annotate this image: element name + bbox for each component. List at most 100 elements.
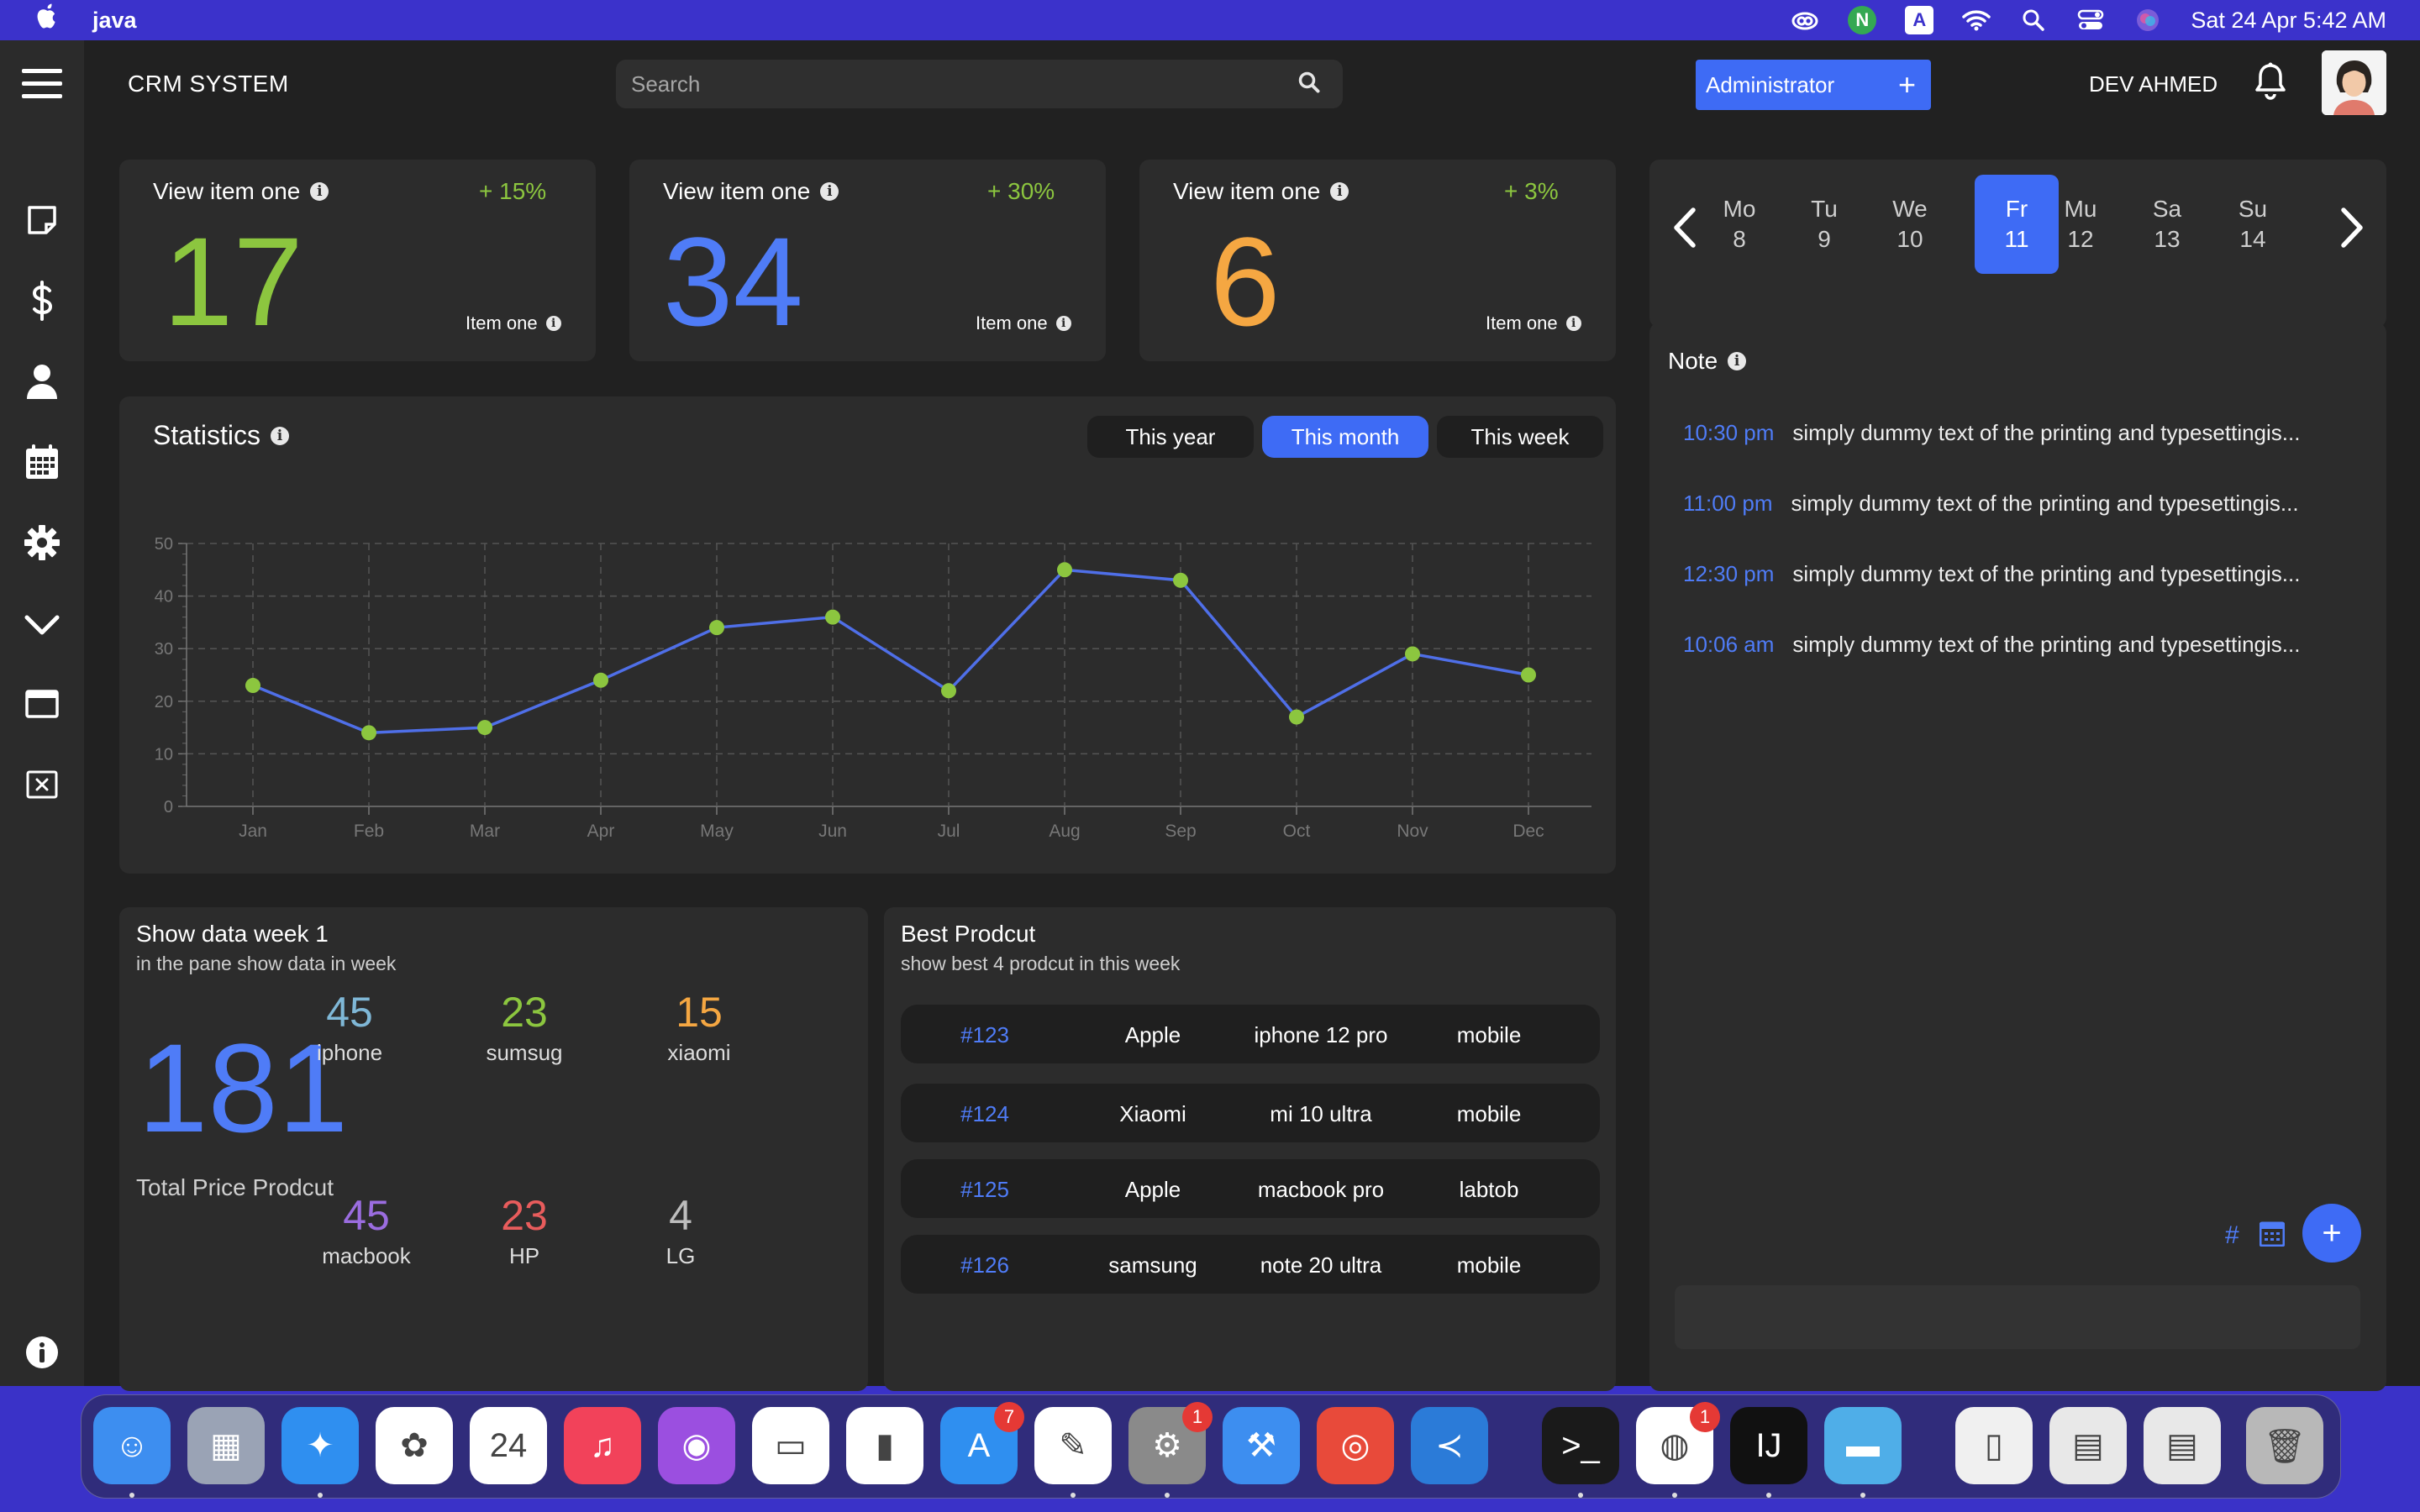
bell-icon[interactable] (2254, 62, 2287, 105)
settings-icon[interactable] (22, 522, 62, 563)
info-icon[interactable]: i (820, 182, 839, 201)
active-app-name[interactable]: java (92, 8, 137, 34)
user-name[interactable]: DEV AHMED (2089, 71, 2217, 97)
avatar[interactable] (2322, 50, 2386, 115)
calendar-day[interactable]: Sa 13 (2125, 175, 2209, 274)
keynote-icon[interactable]: ▭ (752, 1407, 829, 1484)
x-tick-label: Mar (470, 822, 500, 841)
info-icon[interactable]: i (545, 316, 561, 331)
product-type: mobile (1456, 1252, 1522, 1278)
dock-glyph: ⚒ (1246, 1427, 1276, 1464)
podcasts-icon[interactable]: ◉ (658, 1407, 735, 1484)
music-icon[interactable]: ♫ (564, 1407, 641, 1484)
system-preferences-icon[interactable]: ⚙ 1 (1128, 1402, 1213, 1498)
wifi-icon[interactable] (1962, 6, 1991, 34)
product-id: #124 (960, 1101, 1009, 1126)
window-preview-1-icon[interactable]: ▤ (2049, 1407, 2127, 1484)
xcode-icon[interactable]: ⚒ (1223, 1407, 1300, 1484)
terminal-icon[interactable]: >_ (1542, 1407, 1619, 1498)
trash-icon[interactable]: 🗑 (2246, 1407, 2323, 1484)
add-note-button[interactable]: + (2302, 1204, 2361, 1263)
info-icon[interactable]: i (1330, 182, 1349, 201)
dock-glyph: >_ (1561, 1426, 1600, 1464)
product-row[interactable]: #125 Apple macbook pro labtob (901, 1159, 1600, 1218)
brand-stat: 15 xiaomi (623, 991, 775, 1066)
document-icon[interactable]: ▯ (1955, 1407, 2033, 1484)
chrome-icon[interactable]: ◍ 1 (1636, 1402, 1720, 1498)
chevron-down-icon[interactable] (22, 605, 62, 645)
intellij-icon[interactable]: IJ (1730, 1407, 1807, 1498)
note-item[interactable]: 11:00 pm simply dummy text of the printin… (1683, 491, 2299, 517)
chevron-right-icon[interactable] (2338, 207, 2367, 253)
running-indicator (129, 1493, 134, 1498)
app-store-icon[interactable]: A7 (940, 1402, 1024, 1484)
info-icon[interactable]: i (310, 182, 329, 201)
product-row[interactable]: #123 Apple iphone 12 pro mobile (901, 1005, 1600, 1063)
calendar-app-icon[interactable]: 24 (470, 1407, 547, 1484)
product-row[interactable]: #126 samsung note 20 ultra mobile (901, 1235, 1600, 1294)
info-icon[interactable]: i (1055, 316, 1071, 331)
product-brand: samsung (1108, 1252, 1197, 1278)
search-icon[interactable] (1297, 71, 1321, 98)
hashtag-icon[interactable]: # (2225, 1221, 2239, 1250)
note-icon[interactable] (22, 200, 62, 240)
info-icon[interactable] (22, 1332, 62, 1373)
numbers-icon[interactable]: ▮ (846, 1407, 923, 1484)
spotlight-icon[interactable] (2019, 6, 2048, 34)
close-box-icon[interactable] (22, 764, 62, 805)
calendar-day[interactable]: Su 14 (2211, 175, 2295, 274)
menubar-clock[interactable]: Sat 24 Apr 5:42 AM (2191, 8, 2386, 34)
calendar-day[interactable]: Mu 12 (2039, 175, 2123, 274)
calendar-day[interactable]: We 10 (1868, 175, 1952, 274)
dock-glyph: ▤ (2072, 1427, 2104, 1464)
instruments-icon[interactable]: ◎ (1317, 1407, 1394, 1484)
chevron-left-icon[interactable] (1670, 207, 1698, 253)
kpi-card-2[interactable]: View item one i + 30% 34 Item one i (629, 160, 1106, 361)
apple-icon[interactable] (34, 3, 67, 38)
window-icon[interactable] (22, 684, 62, 724)
administrator-button[interactable]: Administrator + (1696, 60, 1931, 110)
note-text: simply dummy text of the printing and ty… (1792, 632, 2301, 657)
window-preview-2-icon[interactable]: ▤ (2144, 1407, 2221, 1484)
product-row[interactable]: #124 Xiaomi mi 10 ultra mobile (901, 1084, 1600, 1142)
dollar-icon[interactable] (22, 281, 62, 321)
safari-icon[interactable]: ✦ (281, 1407, 359, 1498)
siri-icon[interactable] (2133, 6, 2162, 34)
info-icon[interactable]: i (1728, 352, 1747, 370)
kpi-subtitle-text: Item one (1486, 312, 1558, 333)
note-input[interactable] (1675, 1285, 2360, 1349)
finder-icon[interactable]: ☺ (93, 1407, 171, 1498)
brand-label: LG (666, 1243, 696, 1268)
data-point (1289, 709, 1304, 725)
n-app-icon[interactable]: N (1848, 6, 1877, 34)
kpi-change: + 3% (1504, 178, 1559, 204)
launchpad-icon[interactable]: ▦ (187, 1407, 265, 1484)
dock-glyph: ◉ (681, 1427, 712, 1464)
kpi-card-1[interactable]: View item one i + 15% 17 Item one i (119, 160, 596, 361)
creative-cloud-icon[interactable] (1791, 6, 1819, 34)
search-bar[interactable] (616, 60, 1343, 108)
dock-glyph: 24 (489, 1426, 528, 1464)
calendar-day[interactable]: Mo 8 (1697, 175, 1781, 274)
note-item[interactable]: 10:06 am simply dummy text of the printin… (1683, 632, 2300, 658)
menu-icon[interactable] (22, 64, 62, 104)
kpi-card-3[interactable]: View item one i + 3% 6 Item one i (1139, 160, 1616, 361)
kpi-change: + 15% (479, 178, 547, 204)
user-icon[interactable] (22, 361, 62, 402)
info-icon[interactable]: i (1565, 316, 1581, 331)
calendar-day[interactable]: Tu 9 (1782, 175, 1866, 274)
calendar-icon[interactable] (22, 442, 62, 482)
input-source-icon[interactable]: A (1905, 6, 1934, 34)
calendar-small-icon[interactable] (2259, 1220, 2286, 1251)
pages-icon[interactable]: ✎ (1034, 1407, 1112, 1498)
note-item[interactable]: 12:30 pm simply dummy text of the printin… (1683, 561, 2300, 587)
dock-glyph: ▯ (1984, 1427, 2003, 1464)
running-indicator (318, 1493, 323, 1498)
vscode-icon[interactable]: ≺ (1411, 1407, 1488, 1484)
folder-icon[interactable]: ▬ (1824, 1407, 1902, 1498)
note-item[interactable]: 10:30 pm simply dummy text of the printin… (1683, 420, 2300, 446)
kpi-subtitle: Item one i (976, 312, 1071, 334)
search-input[interactable] (631, 71, 1297, 97)
control-center-icon[interactable] (2076, 6, 2105, 34)
photos-icon[interactable]: ✿ (376, 1407, 453, 1484)
